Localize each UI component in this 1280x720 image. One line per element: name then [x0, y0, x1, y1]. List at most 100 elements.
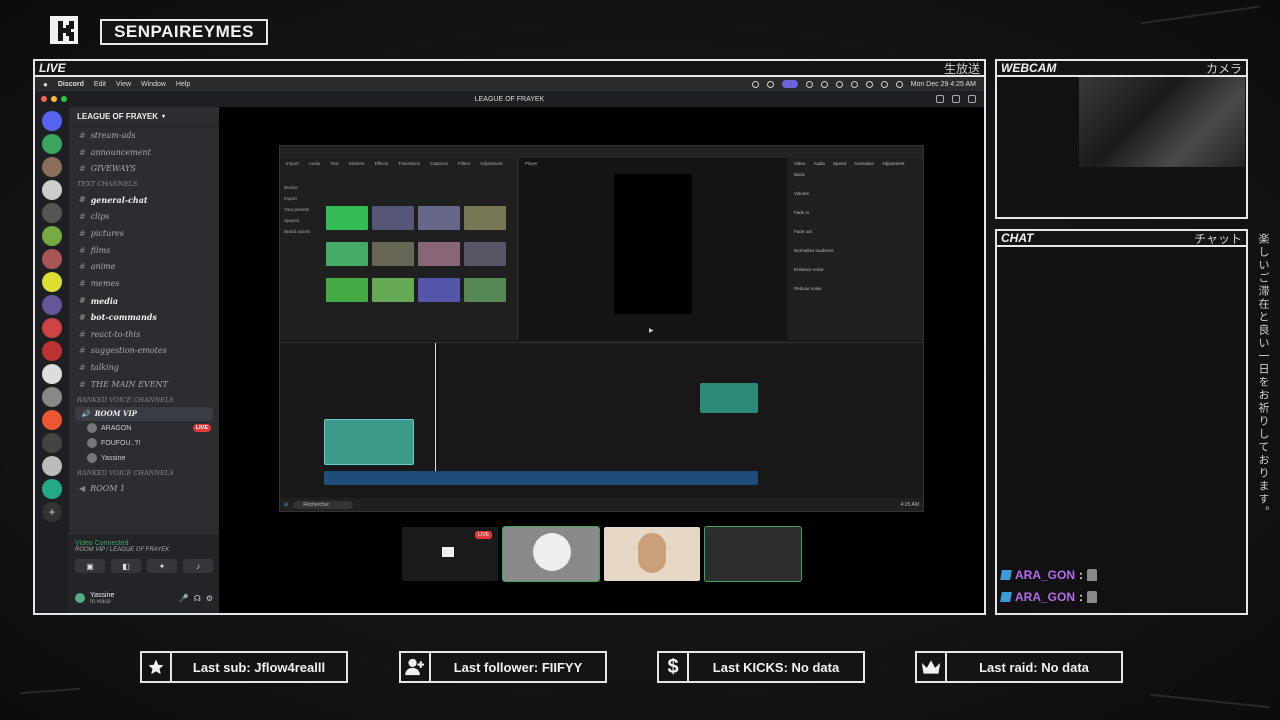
gear-icon[interactable]: ⚙ — [206, 594, 213, 603]
capcut-tab[interactable]: Stickers — [349, 161, 365, 166]
voice-member[interactable]: FOUFOU..?! — [69, 436, 219, 451]
props-item[interactable]: Enhance voice — [794, 267, 917, 272]
media-thumbnail[interactable] — [326, 242, 368, 266]
media-thumbnail[interactable] — [464, 242, 506, 266]
server-icon[interactable] — [42, 157, 62, 177]
camera-icon[interactable] — [820, 80, 828, 88]
server-icon[interactable] — [42, 203, 62, 223]
capcut-tab[interactable]: Transitions — [398, 161, 420, 166]
screen-share-button[interactable]: ◧ — [111, 559, 141, 573]
video-tile[interactable] — [502, 526, 600, 582]
media-thumbnail[interactable] — [464, 278, 506, 302]
search-icon[interactable] — [880, 80, 888, 88]
server-icon[interactable] — [42, 479, 62, 499]
props-item[interactable]: Fade out — [794, 229, 917, 234]
activities-button[interactable]: ✦ — [147, 559, 177, 573]
media-thumbnail[interactable] — [464, 206, 506, 230]
video-tile[interactable] — [604, 527, 700, 581]
server-icon[interactable] — [42, 295, 62, 315]
server-icon[interactable] — [42, 364, 62, 384]
channel-item[interactable]: # THE MAIN EVENT — [69, 376, 219, 393]
media-thumbnail[interactable] — [418, 206, 460, 230]
stream-tile[interactable]: LIVE — [402, 527, 498, 581]
props-tab[interactable]: Speed — [833, 161, 846, 166]
props-item[interactable]: Normalize loudness — [794, 248, 917, 253]
channel-item[interactable]: # announcement — [69, 144, 219, 161]
inbox-icon[interactable] — [936, 95, 944, 103]
server-icon[interactable] — [42, 226, 62, 246]
window-icon[interactable] — [952, 95, 960, 103]
channel-item[interactable]: # react-to-this — [69, 326, 219, 343]
microphone-icon[interactable]: 🎤 — [179, 594, 189, 603]
capcut-side-item[interactable]: Your presets — [284, 204, 318, 215]
server-icon[interactable] — [42, 272, 62, 292]
close-window-button[interactable] — [41, 96, 47, 102]
menubar-item-edit[interactable]: Edit — [94, 81, 106, 88]
bluetooth-icon[interactable] — [835, 80, 843, 88]
media-thumbnail[interactable] — [326, 206, 368, 230]
props-item[interactable]: Basic — [794, 172, 917, 177]
extension-icon[interactable] — [766, 80, 774, 88]
chat-username[interactable]: ARA_GON — [1015, 568, 1075, 582]
voice-room[interactable]: 🔊 ROOM VIP — [75, 406, 213, 421]
video-tile[interactable] — [704, 526, 802, 582]
channel-item[interactable]: # memes — [69, 275, 219, 292]
channel-category[interactable]: TEXT CHANNELS — [69, 177, 219, 191]
capcut-side-item[interactable]: Import — [284, 193, 318, 204]
wifi-icon[interactable] — [865, 80, 873, 88]
help-icon[interactable] — [968, 95, 976, 103]
server-icon[interactable] — [42, 249, 62, 269]
voice-channel-room1[interactable]: ◀ ROOM 1 — [69, 480, 219, 497]
control-center-icon[interactable] — [895, 80, 903, 88]
channel-item[interactable]: # films — [69, 242, 219, 259]
server-icon[interactable] — [42, 134, 62, 154]
timeline-clip[interactable] — [324, 419, 414, 465]
maximize-window-button[interactable] — [61, 96, 67, 102]
capcut-tab[interactable]: Import — [286, 161, 299, 166]
props-tab[interactable]: Adjustment — [882, 161, 905, 166]
discord-tray-icon[interactable] — [781, 80, 798, 88]
server-icon[interactable] — [42, 433, 62, 453]
channel-item[interactable]: # GIVEWAYS — [69, 161, 219, 178]
capcut-tab[interactable]: Text — [330, 161, 338, 166]
headphones-icon[interactable]: ☊ — [194, 594, 201, 603]
menubar-item-window[interactable]: Window — [141, 81, 166, 88]
voice-member[interactable]: Yassine — [69, 451, 219, 466]
media-thumbnail[interactable] — [326, 278, 368, 302]
taskbar-search[interactable]: Rechercher — [293, 500, 354, 509]
guild-header[interactable]: LEAGUE OF FRAYEK ▾ — [69, 107, 219, 127]
minimize-window-button[interactable] — [51, 96, 57, 102]
windows-start-icon[interactable]: ⊞ — [284, 502, 288, 508]
camera-button[interactable]: ▣ — [75, 559, 105, 573]
capcut-tab[interactable]: Captions — [430, 161, 448, 166]
apple-icon[interactable]: ● — [43, 80, 48, 89]
media-thumbnail[interactable] — [372, 242, 414, 266]
channel-category[interactable]: RANKED VOICE CHANNELS — [69, 393, 219, 407]
menubar-item-help[interactable]: Help — [176, 81, 190, 88]
channel-item[interactable]: # suggestion-emotes — [69, 343, 219, 360]
battery-icon[interactable] — [850, 80, 858, 88]
server-icon[interactable] — [42, 180, 62, 200]
menubar-item-view[interactable]: View — [116, 81, 131, 88]
props-item[interactable]: Volume — [794, 191, 917, 196]
discord-home-icon[interactable] — [42, 111, 62, 131]
channel-item[interactable]: # bot-commands — [69, 309, 219, 326]
category-ranked-voice[interactable]: RANKED VOICE CHANNELS — [69, 466, 219, 480]
channel-item[interactable]: # stream-ads — [69, 127, 219, 144]
channel-item[interactable]: # clips — [69, 208, 219, 225]
playhead[interactable] — [435, 343, 436, 473]
capcut-side-item[interactable]: Brand assets — [284, 226, 318, 237]
media-thumbnail[interactable] — [372, 206, 414, 230]
capcut-side-item[interactable]: Spaces — [284, 215, 318, 226]
voice-location[interactable]: ROOM VIP / LEAGUE OF FRAYEK — [75, 547, 213, 553]
server-icon[interactable] — [42, 387, 62, 407]
capcut-tab[interactable]: Audio — [309, 161, 321, 166]
channel-item[interactable]: # pictures — [69, 225, 219, 242]
channel-item[interactable]: # media — [69, 292, 219, 309]
record-icon[interactable] — [751, 80, 759, 88]
props-item[interactable]: Reduce noise — [794, 286, 917, 291]
props-tab[interactable]: Audio — [813, 161, 825, 166]
capcut-tab[interactable]: Effects — [375, 161, 389, 166]
server-icon[interactable] — [42, 341, 62, 361]
media-thumbnail[interactable] — [372, 278, 414, 302]
